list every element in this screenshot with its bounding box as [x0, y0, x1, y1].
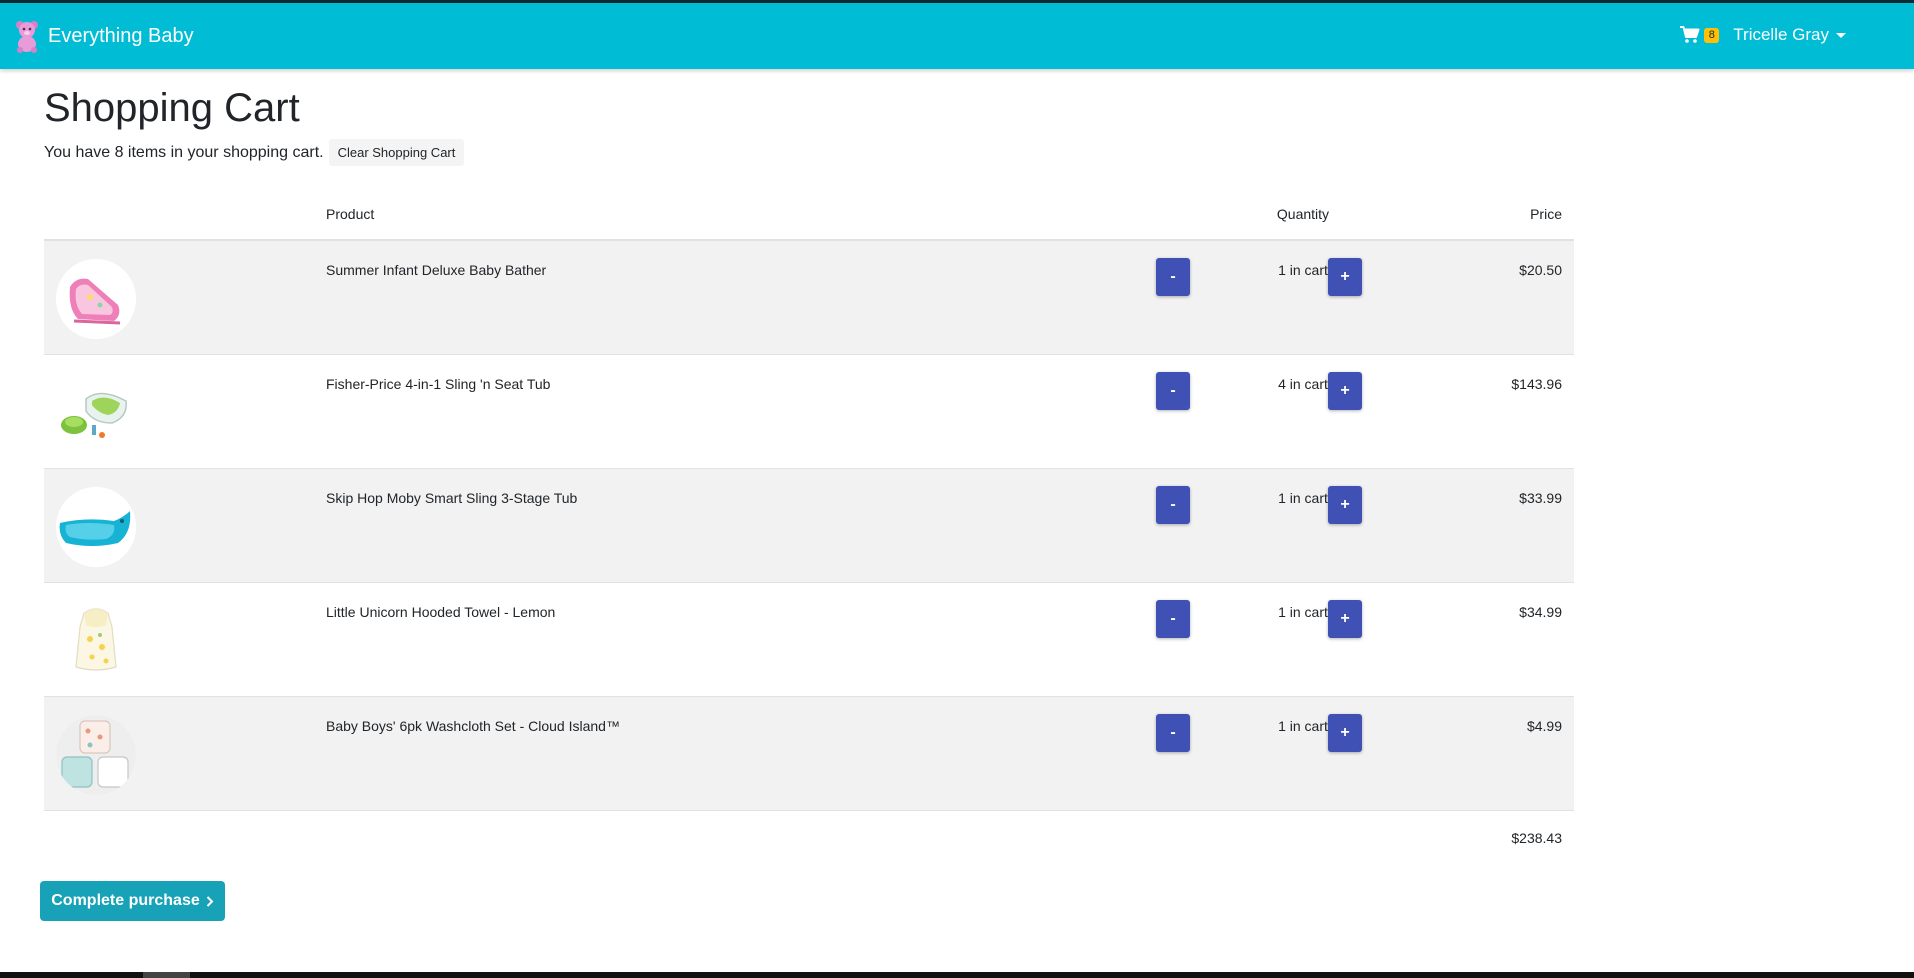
bottom-tab	[143, 972, 190, 978]
sling-seat-tub-image-icon	[56, 373, 136, 453]
caret-down-icon	[1836, 32, 1846, 38]
brand-name: Everything Baby	[48, 24, 194, 47]
product-image	[56, 373, 136, 453]
table-header: Product Quantity Price	[44, 192, 1574, 241]
header-quantity: Quantity	[1276, 206, 1330, 222]
user-name: Tricelle Gray	[1733, 25, 1829, 44]
table-row: Little Unicorn Hooded Towel - Lemon - 1 …	[44, 583, 1574, 697]
decrease-quantity-button[interactable]: -	[1156, 258, 1190, 296]
cart-summary-text: You have 8 items in your shopping cart.	[44, 143, 324, 161]
decrease-quantity-button[interactable]: -	[1156, 600, 1190, 638]
product-image	[56, 487, 136, 567]
product-name[interactable]: Summer Infant Deluxe Baby Bather	[326, 262, 546, 278]
decrease-quantity-button[interactable]: -	[1156, 486, 1190, 524]
product-price: $33.99	[1519, 490, 1562, 506]
cart-table: Product Quantity Price Summer Infant Del…	[44, 192, 1574, 866]
product-image	[56, 259, 136, 339]
cart-link[interactable]: 8	[1680, 26, 1720, 44]
decrease-quantity-button[interactable]: -	[1156, 372, 1190, 410]
increase-quantity-button[interactable]: +	[1328, 486, 1362, 524]
product-name[interactable]: Baby Boys' 6pk Washcloth Set - Cloud Isl…	[326, 718, 620, 734]
product-image	[56, 715, 136, 795]
nav-right: 8 Tricelle Gray	[1680, 25, 1846, 45]
cart-count-badge: 8	[1704, 27, 1720, 43]
product-price: $20.50	[1519, 262, 1562, 278]
cart-summary: You have 8 items in your shopping cart. …	[44, 139, 465, 166]
clear-cart-button[interactable]: Clear Shopping Cart	[328, 139, 465, 166]
product-price: $143.96	[1511, 376, 1562, 392]
table-row: Baby Boys' 6pk Washcloth Set - Cloud Isl…	[44, 697, 1574, 811]
moby-tub-image-icon	[56, 487, 136, 567]
increase-quantity-button[interactable]: +	[1328, 258, 1362, 296]
navbar: Everything Baby 8 Tricelle Gray	[0, 3, 1914, 69]
increase-quantity-button[interactable]: +	[1328, 372, 1362, 410]
product-image	[56, 601, 136, 681]
shopping-cart-icon	[1680, 26, 1700, 43]
chevron-right-icon	[206, 895, 214, 907]
table-row: Summer Infant Deluxe Baby Bather - 1 in …	[44, 241, 1574, 355]
product-price: $34.99	[1519, 604, 1562, 620]
brand-link[interactable]: Everything Baby	[14, 19, 194, 53]
cart-total: $238.43	[1511, 830, 1562, 846]
increase-quantity-button[interactable]: +	[1328, 600, 1362, 638]
washcloth-set-image-icon	[56, 715, 136, 795]
hooded-towel-image-icon	[56, 601, 136, 681]
user-menu-dropdown[interactable]: Tricelle Gray	[1733, 25, 1846, 45]
total-row: $238.43	[44, 811, 1574, 866]
product-name[interactable]: Skip Hop Moby Smart Sling 3-Stage Tub	[326, 490, 577, 506]
complete-purchase-button[interactable]: Complete purchase	[40, 881, 225, 921]
product-name[interactable]: Little Unicorn Hooded Towel - Lemon	[326, 604, 555, 620]
baby-bather-image-icon	[56, 259, 136, 339]
page-title: Shopping Cart	[44, 86, 300, 130]
increase-quantity-button[interactable]: +	[1328, 714, 1362, 752]
product-name[interactable]: Fisher-Price 4-in-1 Sling 'n Seat Tub	[326, 376, 550, 392]
teddy-bear-logo-icon	[16, 21, 38, 53]
bottom-bar	[0, 972, 1914, 978]
product-price: $4.99	[1526, 718, 1562, 734]
table-row: Skip Hop Moby Smart Sling 3-Stage Tub - …	[44, 469, 1574, 583]
header-price: Price	[1530, 206, 1562, 222]
table-row: Fisher-Price 4-in-1 Sling 'n Seat Tub - …	[44, 355, 1574, 469]
decrease-quantity-button[interactable]: -	[1156, 714, 1190, 752]
header-product: Product	[326, 206, 375, 222]
complete-purchase-label: Complete purchase	[51, 892, 200, 909]
